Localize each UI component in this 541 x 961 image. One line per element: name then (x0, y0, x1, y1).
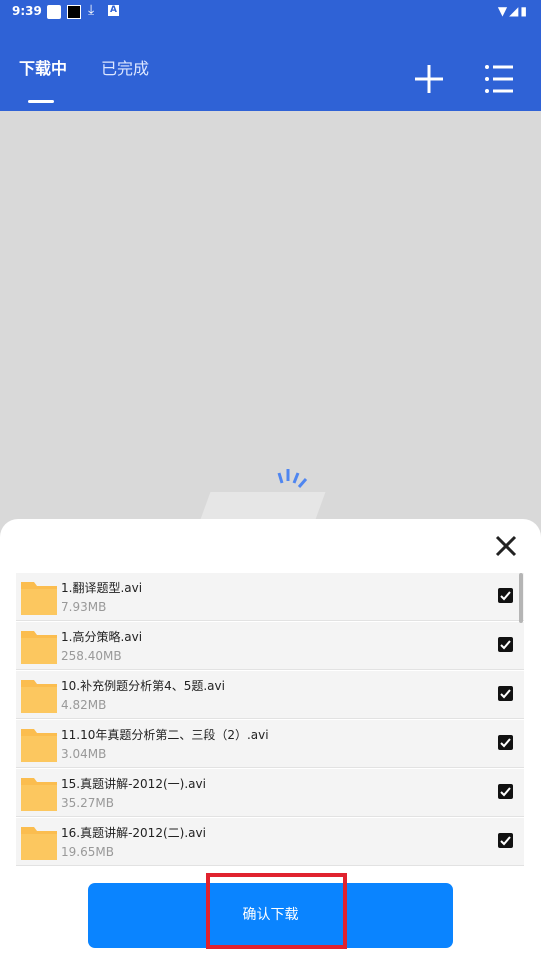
black-square-icon (67, 5, 81, 19)
wifi-icon: ▼ (497, 4, 510, 18)
list-scrollbar[interactable] (519, 573, 523, 623)
active-tab-indicator (28, 100, 54, 103)
file-size: 19.65MB (61, 845, 114, 859)
file-list: 1.翻译题型.avi 7.93MB 1.高分策略.avi 258.40MB 10… (16, 573, 524, 867)
folder-icon (21, 680, 57, 713)
file-row[interactable]: 10.补充例题分析第4、5题.avi 4.82MB (16, 671, 524, 719)
file-size: 258.40MB (61, 649, 122, 663)
file-checkbox[interactable] (498, 833, 513, 848)
file-size: 35.27MB (61, 796, 114, 810)
folder-icon (21, 582, 57, 615)
confirm-download-button[interactable]: 确认下载 (88, 883, 453, 948)
folder-icon (21, 631, 57, 664)
signal-icon: ◢ (509, 4, 521, 18)
status-time: 9:39 (12, 4, 42, 18)
empty-box-illustration (199, 492, 326, 522)
file-checkbox[interactable] (498, 686, 513, 701)
status-bar: 9:39 ⤓ A ▼◢▮ (0, 0, 541, 24)
folder-icon (21, 827, 57, 860)
status-right-icons: ▼◢▮ (498, 4, 529, 18)
file-row[interactable]: 15.真题讲解-2012(一).avi 35.27MB (16, 769, 524, 817)
file-size: 7.93MB (61, 600, 107, 614)
file-name: 15.真题讲解-2012(一).avi (61, 777, 206, 791)
file-size: 3.04MB (61, 747, 107, 761)
file-checkbox[interactable] (498, 637, 513, 652)
plus-icon[interactable] (412, 62, 446, 96)
file-name: 1.高分策略.avi (61, 630, 143, 644)
file-row[interactable]: 1.翻译题型.avi 7.93MB (16, 573, 524, 621)
a-icon: A (108, 5, 119, 16)
file-checkbox[interactable] (498, 735, 513, 750)
file-row[interactable]: 11.10年真题分析第二、三段（2）.avi 3.04MB (16, 720, 524, 768)
loading-spinner-icon (277, 469, 308, 488)
tab-downloading[interactable]: 下载中 (19, 55, 67, 79)
folder-icon (21, 778, 57, 811)
file-row[interactable]: 1.高分策略.avi 258.40MB (16, 622, 524, 670)
tab-completed[interactable]: 已完成 (101, 55, 149, 79)
white-square-icon (47, 5, 61, 19)
close-icon[interactable] (492, 532, 520, 560)
file-checkbox[interactable] (498, 588, 513, 603)
file-name: 16.真题讲解-2012(二).avi (61, 826, 206, 840)
file-checkbox[interactable] (498, 784, 513, 799)
file-name: 1.翻译题型.avi (61, 581, 143, 595)
folder-icon (21, 729, 57, 762)
app-header: 9:39 ⤓ A ▼◢▮ 下载中 已完成 (0, 0, 541, 111)
battery-icon: ▮ (520, 4, 529, 18)
file-row[interactable]: 16.真题讲解-2012(二).avi 19.65MB (16, 818, 524, 866)
file-name: 10.补充例题分析第4、5题.avi (61, 679, 225, 693)
file-size: 4.82MB (61, 698, 107, 712)
download-icon: ⤓ (88, 2, 95, 18)
file-name: 11.10年真题分析第二、三段（2）.avi (61, 728, 269, 742)
menu-list-icon[interactable] (481, 62, 515, 96)
